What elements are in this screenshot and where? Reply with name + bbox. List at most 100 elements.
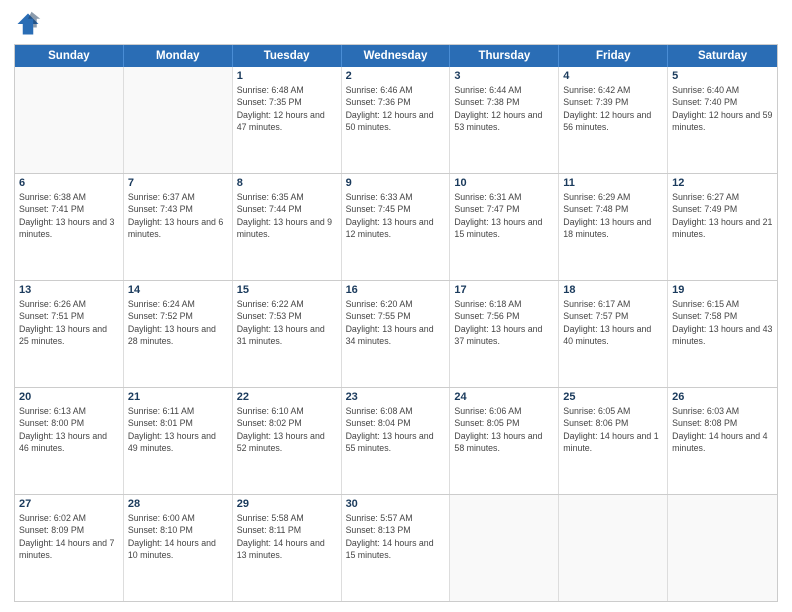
day-number: 12 xyxy=(672,177,773,189)
calendar-cell: 24Sunrise: 6:06 AM Sunset: 8:05 PM Dayli… xyxy=(450,388,559,494)
day-number: 3 xyxy=(454,70,554,82)
cell-info: Sunrise: 6:46 AM Sunset: 7:36 PM Dayligh… xyxy=(346,84,446,133)
day-number: 4 xyxy=(563,70,663,82)
cell-info: Sunrise: 6:42 AM Sunset: 7:39 PM Dayligh… xyxy=(563,84,663,133)
calendar-body: 1 Sunrise: 6:48 AM Sunset: 7:35 PM Daylig… xyxy=(15,67,777,601)
calendar-header-cell: Sunday xyxy=(15,45,124,67)
calendar-cell: 13 Sunrise: 6:26 AM Sunset: 7:51 PM Dayli… xyxy=(15,281,124,387)
cell-info: Sunrise: 6:20 AM Sunset: 7:55 PM Dayligh… xyxy=(346,298,446,347)
calendar-row: 6 Sunrise: 6:38 AM Sunset: 7:41 PM Daylig… xyxy=(15,173,777,280)
cell-info: Sunrise: 6:48 AM Sunset: 7:35 PM Dayligh… xyxy=(237,84,337,133)
day-number: 7 xyxy=(128,177,228,189)
day-number: 18 xyxy=(563,284,663,296)
cell-info: Sunrise: 6:27 AM Sunset: 7:49 PM Dayligh… xyxy=(672,191,773,240)
day-number: 28 xyxy=(128,498,228,510)
cell-info: Sunrise: 6:44 AM Sunset: 7:38 PM Dayligh… xyxy=(454,84,554,133)
cell-info: Sunrise: 6:00 AM Sunset: 8:10 PM Dayligh… xyxy=(128,512,228,561)
calendar-cell: 26 Sunrise: 6:03 AM Sunset: 8:08 PM Dayli… xyxy=(668,388,777,494)
calendar-cell: 29 Sunrise: 5:58 AM Sunset: 8:11 PM Dayli… xyxy=(233,495,342,601)
cell-info: Sunrise: 6:15 AM Sunset: 7:58 PM Dayligh… xyxy=(672,298,773,347)
calendar-cell: 21 Sunrise: 6:11 AM Sunset: 8:01 PM Dayli… xyxy=(124,388,233,494)
calendar-cell: 10Sunrise: 6:31 AM Sunset: 7:47 PM Dayli… xyxy=(450,174,559,280)
day-number: 27 xyxy=(19,498,119,510)
calendar-row: 13 Sunrise: 6:26 AM Sunset: 7:51 PM Dayli… xyxy=(15,280,777,387)
day-number: 15 xyxy=(237,284,337,296)
day-number: 13 xyxy=(19,284,119,296)
day-number: 14 xyxy=(128,284,228,296)
day-number: 24 xyxy=(454,391,554,403)
cell-info: Sunrise: 6:35 AM Sunset: 7:44 PM Dayligh… xyxy=(237,191,337,240)
cell-info: Sunrise: 6:05 AM Sunset: 8:06 PM Dayligh… xyxy=(563,405,663,454)
day-number: 26 xyxy=(672,391,773,403)
day-number: 19 xyxy=(672,284,773,296)
day-number: 29 xyxy=(237,498,337,510)
calendar-cell: 27 Sunrise: 6:02 AM Sunset: 8:09 PM Dayli… xyxy=(15,495,124,601)
day-number: 6 xyxy=(19,177,119,189)
page: SundayMondayTuesdayWednesdayThursdayFrid… xyxy=(0,0,792,612)
cell-info: Sunrise: 6:22 AM Sunset: 7:53 PM Dayligh… xyxy=(237,298,337,347)
day-number: 8 xyxy=(237,177,337,189)
cell-info: Sunrise: 6:37 AM Sunset: 7:43 PM Dayligh… xyxy=(128,191,228,240)
calendar-cell: 6 Sunrise: 6:38 AM Sunset: 7:41 PM Daylig… xyxy=(15,174,124,280)
calendar-cell: 17 Sunrise: 6:18 AM Sunset: 7:56 PM Dayli… xyxy=(450,281,559,387)
cell-info: Sunrise: 6:40 AM Sunset: 7:40 PM Dayligh… xyxy=(672,84,773,133)
calendar-row: 27 Sunrise: 6:02 AM Sunset: 8:09 PM Dayli… xyxy=(15,494,777,601)
day-number: 10 xyxy=(454,177,554,189)
calendar: SundayMondayTuesdayWednesdayThursdayFrid… xyxy=(14,44,778,602)
header xyxy=(14,10,778,38)
day-number: 11 xyxy=(563,177,663,189)
cell-info: Sunrise: 6:03 AM Sunset: 8:08 PM Dayligh… xyxy=(672,405,773,454)
cell-info: Sunrise: 6:10 AM Sunset: 8:02 PM Dayligh… xyxy=(237,405,337,454)
day-number: 2 xyxy=(346,70,446,82)
calendar-cell: 15 Sunrise: 6:22 AM Sunset: 7:53 PM Dayli… xyxy=(233,281,342,387)
cell-info: Sunrise: 5:57 AM Sunset: 8:13 PM Dayligh… xyxy=(346,512,446,561)
day-number: 20 xyxy=(19,391,119,403)
cell-info: Sunrise: 5:58 AM Sunset: 8:11 PM Dayligh… xyxy=(237,512,337,561)
calendar-cell: 16Sunrise: 6:20 AM Sunset: 7:55 PM Dayli… xyxy=(342,281,451,387)
day-number: 9 xyxy=(346,177,446,189)
calendar-header-cell: Saturday xyxy=(668,45,777,67)
calendar-cell: 4 Sunrise: 6:42 AM Sunset: 7:39 PM Daylig… xyxy=(559,67,668,173)
calendar-cell: 28 Sunrise: 6:00 AM Sunset: 8:10 PM Dayli… xyxy=(124,495,233,601)
calendar-row: 1 Sunrise: 6:48 AM Sunset: 7:35 PM Daylig… xyxy=(15,67,777,173)
calendar-header-cell: Tuesday xyxy=(233,45,342,67)
calendar-cell: 7 Sunrise: 6:37 AM Sunset: 7:43 PM Daylig… xyxy=(124,174,233,280)
day-number: 23 xyxy=(346,391,446,403)
logo xyxy=(14,10,46,38)
day-number: 21 xyxy=(128,391,228,403)
calendar-cell: 14Sunrise: 6:24 AM Sunset: 7:52 PM Dayli… xyxy=(124,281,233,387)
cell-info: Sunrise: 6:38 AM Sunset: 7:41 PM Dayligh… xyxy=(19,191,119,240)
cell-info: Sunrise: 6:33 AM Sunset: 7:45 PM Dayligh… xyxy=(346,191,446,240)
calendar-header-cell: Wednesday xyxy=(342,45,451,67)
calendar-cell: 20 Sunrise: 6:13 AM Sunset: 8:00 PM Dayli… xyxy=(15,388,124,494)
cell-info: Sunrise: 6:18 AM Sunset: 7:56 PM Dayligh… xyxy=(454,298,554,347)
calendar-cell xyxy=(15,67,124,173)
calendar-cell: 22 Sunrise: 6:10 AM Sunset: 8:02 PM Dayli… xyxy=(233,388,342,494)
calendar-cell: 1 Sunrise: 6:48 AM Sunset: 7:35 PM Daylig… xyxy=(233,67,342,173)
calendar-cell: 3 Sunrise: 6:44 AM Sunset: 7:38 PM Daylig… xyxy=(450,67,559,173)
day-number: 1 xyxy=(237,70,337,82)
cell-info: Sunrise: 6:13 AM Sunset: 8:00 PM Dayligh… xyxy=(19,405,119,454)
day-number: 5 xyxy=(672,70,773,82)
cell-info: Sunrise: 6:29 AM Sunset: 7:48 PM Dayligh… xyxy=(563,191,663,240)
calendar-cell: 12 Sunrise: 6:27 AM Sunset: 7:49 PM Dayli… xyxy=(668,174,777,280)
calendar-cell: 11 Sunrise: 6:29 AM Sunset: 7:48 PM Dayli… xyxy=(559,174,668,280)
calendar-cell xyxy=(668,495,777,601)
day-number: 22 xyxy=(237,391,337,403)
cell-info: Sunrise: 6:26 AM Sunset: 7:51 PM Dayligh… xyxy=(19,298,119,347)
calendar-header: SundayMondayTuesdayWednesdayThursdayFrid… xyxy=(15,45,777,67)
cell-info: Sunrise: 6:11 AM Sunset: 8:01 PM Dayligh… xyxy=(128,405,228,454)
calendar-cell: 19 Sunrise: 6:15 AM Sunset: 7:58 PM Dayli… xyxy=(668,281,777,387)
calendar-cell xyxy=(124,67,233,173)
cell-info: Sunrise: 6:08 AM Sunset: 8:04 PM Dayligh… xyxy=(346,405,446,454)
calendar-cell: 8 Sunrise: 6:35 AM Sunset: 7:44 PM Daylig… xyxy=(233,174,342,280)
calendar-header-cell: Friday xyxy=(559,45,668,67)
calendar-cell: 5 Sunrise: 6:40 AM Sunset: 7:40 PM Daylig… xyxy=(668,67,777,173)
day-number: 17 xyxy=(454,284,554,296)
calendar-cell: 23 Sunrise: 6:08 AM Sunset: 8:04 PM Dayli… xyxy=(342,388,451,494)
calendar-cell: 30Sunrise: 5:57 AM Sunset: 8:13 PM Dayli… xyxy=(342,495,451,601)
cell-info: Sunrise: 6:02 AM Sunset: 8:09 PM Dayligh… xyxy=(19,512,119,561)
calendar-cell: 25Sunrise: 6:05 AM Sunset: 8:06 PM Dayli… xyxy=(559,388,668,494)
calendar-cell: 18Sunrise: 6:17 AM Sunset: 7:57 PM Dayli… xyxy=(559,281,668,387)
calendar-cell: 9 Sunrise: 6:33 AM Sunset: 7:45 PM Daylig… xyxy=(342,174,451,280)
